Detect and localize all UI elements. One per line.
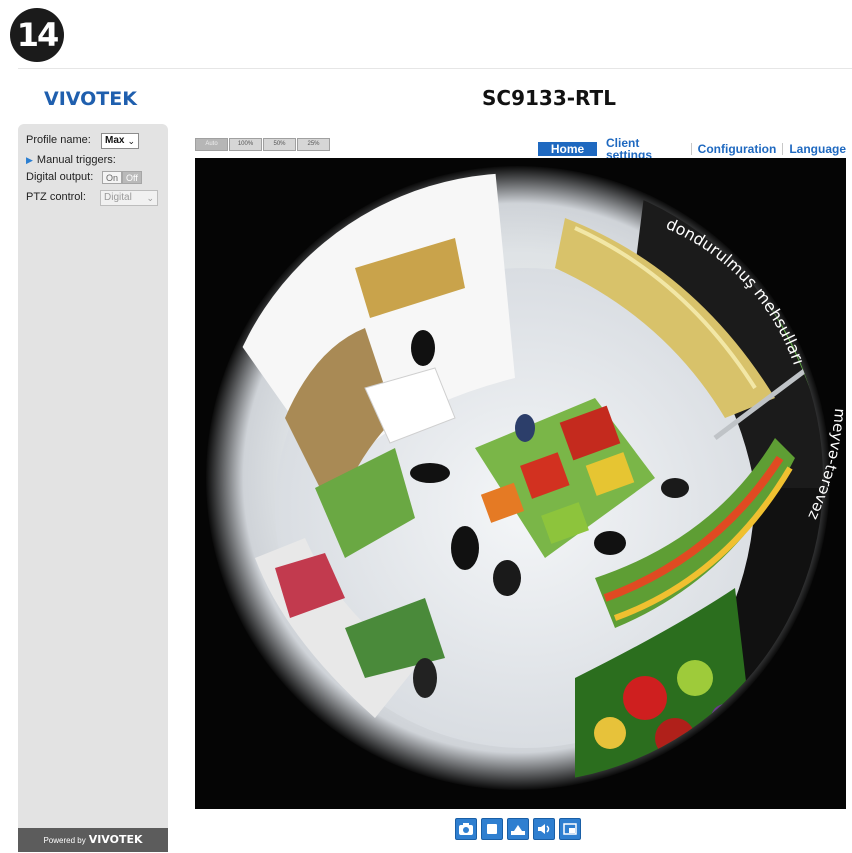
zoom-50-button[interactable]: 50% xyxy=(263,138,296,151)
volume-icon xyxy=(538,824,550,834)
zoom-100-button[interactable]: 100% xyxy=(229,138,262,151)
profile-name-value: Max xyxy=(105,135,125,146)
vivotek-logo: VIVOTEK xyxy=(44,88,137,110)
digital-output-on-button[interactable]: On xyxy=(102,171,123,184)
chevron-down-icon: ⌄ xyxy=(146,193,154,203)
fisheye-store-image: dondurulmuş mehsulları meyvə-tərəvəz xyxy=(195,158,846,809)
zoom-auto-button[interactable]: Auto xyxy=(195,138,228,151)
profile-name-label: Profile name: xyxy=(26,134,91,146)
step-number-badge: 14 xyxy=(10,8,64,62)
stop-icon xyxy=(487,824,497,834)
divider xyxy=(18,68,852,69)
manual-triggers-toggle[interactable]: ▶ Manual triggers: xyxy=(26,154,116,166)
nav-configuration[interactable]: Configuration xyxy=(690,143,783,155)
nav-home[interactable]: Home xyxy=(538,142,597,156)
view-size-button[interactable] xyxy=(559,818,581,840)
nav-language[interactable]: Language xyxy=(782,143,852,155)
manual-triggers-label: Manual triggers: xyxy=(36,154,116,166)
view-size-icon xyxy=(563,823,577,835)
live-video-view[interactable]: dondurulmuş mehsulları meyvə-tərəvəz xyxy=(195,158,846,809)
record-button[interactable] xyxy=(507,818,529,840)
video-controls xyxy=(455,818,585,840)
powered-by-footer: Powered by VIVOTEK xyxy=(18,828,168,852)
profile-name-select[interactable]: Max ⌄ xyxy=(101,133,139,149)
digital-output-label: Digital output: xyxy=(26,171,94,183)
stop-button[interactable] xyxy=(481,818,503,840)
powered-by-brand: VIVOTEK xyxy=(88,833,143,846)
ptz-control-value: Digital xyxy=(104,192,132,203)
snapshot-icon xyxy=(459,823,473,835)
zoom-toolbar: Auto 100% 50% 25% xyxy=(195,138,331,151)
ptz-control-label: PTZ control: xyxy=(26,191,86,203)
zoom-25-button[interactable]: 25% xyxy=(297,138,330,151)
record-icon xyxy=(511,825,525,835)
powered-by-label: Powered by xyxy=(43,836,86,845)
expand-triangle-icon: ▶ xyxy=(26,155,33,165)
ptz-control-select[interactable]: Digital ⌄ xyxy=(100,190,158,206)
snapshot-button[interactable] xyxy=(455,818,477,840)
sidebar: Profile name: Max ⌄ ▶ Manual triggers: Di… xyxy=(18,124,168,852)
digital-output-off-button[interactable]: Off xyxy=(122,171,142,184)
digital-output-toggle: On Off xyxy=(102,171,142,184)
volume-button[interactable] xyxy=(533,818,555,840)
page-title: SC9133-RTL xyxy=(482,86,616,110)
chevron-down-icon: ⌄ xyxy=(127,136,135,146)
